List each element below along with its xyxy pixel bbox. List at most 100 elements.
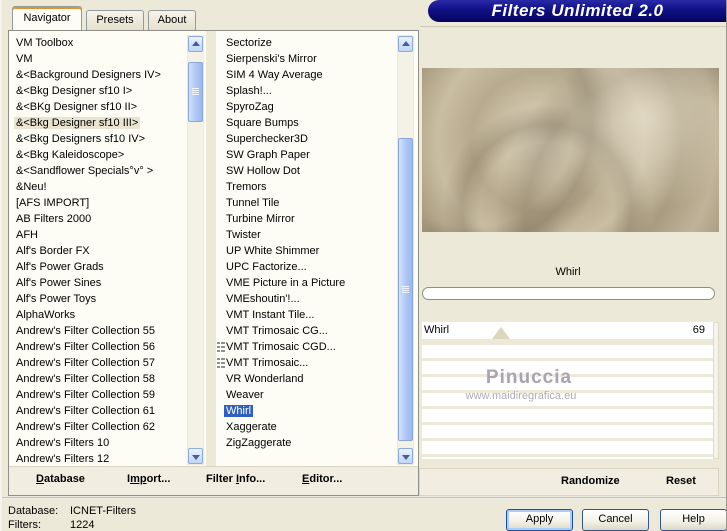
scroll-down-button[interactable] <box>188 448 203 464</box>
list-item-label: Andrew's Filters 10 <box>16 437 110 449</box>
randomize-button[interactable]: Randomize <box>561 475 620 487</box>
list-item[interactable]: UPC Factorize... <box>216 259 397 275</box>
list-item-label: Alf's Power Grads <box>16 261 104 273</box>
list-item[interactable]: SW Hollow Dot <box>216 163 397 179</box>
scrollbar-thumb[interactable] <box>188 62 203 122</box>
scroll-up-button[interactable] <box>188 36 203 52</box>
list-item-label: &<Bkg Kaleidoscope> <box>16 149 125 161</box>
list-item[interactable]: &<Bkg Designer sf10 III> <box>9 115 189 131</box>
list-item[interactable]: VMEshoutin'!... <box>216 291 397 307</box>
list-item[interactable]: Twister <box>216 227 397 243</box>
list-item[interactable]: Sectorize <box>216 35 397 51</box>
list-item-label: SIM 4 Way Average <box>226 69 323 81</box>
list-item[interactable]: Square Bumps <box>216 115 397 131</box>
category-list[interactable]: VM Toolbox VM &<Background Designers IV> &<… <box>9 35 189 465</box>
list-item[interactable]: Alf's Power Grads <box>9 259 189 275</box>
list-item-label: Alf's Border FX <box>16 245 90 257</box>
arrow-up-icon <box>192 41 200 46</box>
database-button[interactable]: Database <box>36 473 85 485</box>
list-actions-strip: Database Import... Filter Info... Editor… <box>9 466 418 495</box>
list-item[interactable]: VMT Trimosaic... <box>216 355 397 371</box>
reset-button[interactable]: Reset <box>666 475 696 487</box>
list-item[interactable]: Alf's Power Toys <box>9 291 189 307</box>
list-item[interactable]: Tremors <box>216 179 397 195</box>
list-item-label: Sectorize <box>226 37 272 49</box>
tab-about[interactable]: About <box>148 10 196 30</box>
filter-list[interactable]: Sectorize Sierpenski's Mirror SIM 4 Way Av… <box>216 35 397 465</box>
tab-navigator[interactable]: Navigator <box>12 6 82 30</box>
list-item-label: VMT Instant Tile... <box>226 309 315 321</box>
scrollbar-thumb[interactable] <box>398 138 413 441</box>
list-item[interactable]: Xaggerate <box>216 419 397 435</box>
slider-thumb[interactable] <box>492 327 510 339</box>
list-item[interactable]: SW Graph Paper <box>216 147 397 163</box>
list-item[interactable]: &<Bkg Designer sf10 I> <box>9 83 189 99</box>
list-item[interactable]: ZigZaggerate <box>216 435 397 451</box>
list-item[interactable]: Andrew's Filter Collection 59 <box>9 387 189 403</box>
list-item[interactable]: SpyroZag <box>216 99 397 115</box>
list-item[interactable]: &<Background Designers IV> <box>9 67 189 83</box>
list-item[interactable]: AlphaWorks <box>9 307 189 323</box>
list-item[interactable]: Andrew's Filter Collection 56 <box>9 339 189 355</box>
list-gap <box>206 31 216 467</box>
list-item[interactable]: Andrew's Filters 12 <box>9 451 189 465</box>
status-filters-label: Filters: <box>8 519 41 531</box>
list-item[interactable]: Andrew's Filter Collection 55 <box>9 323 189 339</box>
arrow-up-icon <box>402 41 410 46</box>
list-item[interactable]: VMT Trimosaic CGD... <box>216 339 397 355</box>
list-item-label: Square Bumps <box>226 117 299 129</box>
list-item[interactable]: VMT Instant Tile... <box>216 307 397 323</box>
list-item-label: VMEshoutin'!... <box>226 293 300 305</box>
list-item[interactable]: SIM 4 Way Average <box>216 67 397 83</box>
list-item-label: &<Bkg Designers sf10 IV> <box>16 133 146 145</box>
list-item[interactable]: &<Bkg Kaleidoscope> <box>9 147 189 163</box>
list-item[interactable]: VM Toolbox <box>9 35 189 51</box>
import-button[interactable]: Import... <box>127 473 170 485</box>
list-item[interactable]: Sierpenski's Mirror <box>216 51 397 67</box>
watermark-url: www.maidiregrafica.eu <box>465 390 577 402</box>
scroll-down-button[interactable] <box>398 448 413 464</box>
filter-info-button[interactable]: Filter Info... <box>206 473 265 485</box>
list-item[interactable]: Alf's Border FX <box>9 243 189 259</box>
list-item[interactable]: VR Wonderland <box>216 371 397 387</box>
list-item-label: VMT Trimosaic CG... <box>226 325 328 337</box>
tab-presets[interactable]: Presets <box>86 10 144 30</box>
list-item[interactable]: AB Filters 2000 <box>9 211 189 227</box>
list-item[interactable]: Weaver <box>216 387 397 403</box>
scroll-up-button[interactable] <box>398 36 413 52</box>
help-button[interactable]: Help <box>660 509 727 531</box>
list-item-label: VR Wonderland <box>226 373 304 385</box>
list-item[interactable]: Whirl <box>216 403 397 419</box>
list-item[interactable]: Andrew's Filter Collection 61 <box>9 403 189 419</box>
list-item[interactable]: Andrew's Filter Collection 62 <box>9 419 189 435</box>
list-item[interactable]: &<Bkg Designers sf10 IV> <box>9 131 189 147</box>
list-item[interactable]: Andrew's Filters 10 <box>9 435 189 451</box>
list-item[interactable]: AFH <box>9 227 189 243</box>
filter-scrollbar[interactable] <box>397 35 414 465</box>
list-item[interactable]: &<Sandflower Specials°v° > <box>9 163 189 179</box>
list-item[interactable]: VMT Trimosaic CG... <box>216 323 397 339</box>
list-item[interactable]: Andrew's Filter Collection 57 <box>9 355 189 371</box>
list-item-label: VM <box>16 53 33 65</box>
list-item[interactable]: Tunnel Tile <box>216 195 397 211</box>
cancel-button[interactable]: Cancel <box>582 509 649 531</box>
list-item[interactable]: Superchecker3D <box>216 131 397 147</box>
status-database-value: ICNET-Filters <box>70 505 136 517</box>
list-item[interactable]: &Neu! <box>9 179 189 195</box>
list-item[interactable]: VM <box>9 51 189 67</box>
list-item[interactable]: Splash!... <box>216 83 397 99</box>
category-scrollbar[interactable] <box>187 35 204 465</box>
list-item[interactable]: UP White Shimmer <box>216 243 397 259</box>
filter-preview-image <box>422 68 719 232</box>
whirl-slider[interactable]: Whirl 69 <box>422 322 713 339</box>
list-item-label: SW Graph Paper <box>226 149 310 161</box>
list-item[interactable]: [AFS IMPORT] <box>9 195 189 211</box>
list-item[interactable]: &<BKg Designer sf10 II> <box>9 99 189 115</box>
list-item[interactable]: VME Picture in a Picture <box>216 275 397 291</box>
list-item[interactable]: Alf's Power Sines <box>9 275 189 291</box>
list-item-label: Andrew's Filter Collection 61 <box>16 405 156 417</box>
list-item[interactable]: Andrew's Filter Collection 58 <box>9 371 189 387</box>
apply-button[interactable]: Apply <box>506 509 573 531</box>
editor-button[interactable]: Editor... <box>302 473 342 485</box>
list-item[interactable]: Turbine Mirror <box>216 211 397 227</box>
